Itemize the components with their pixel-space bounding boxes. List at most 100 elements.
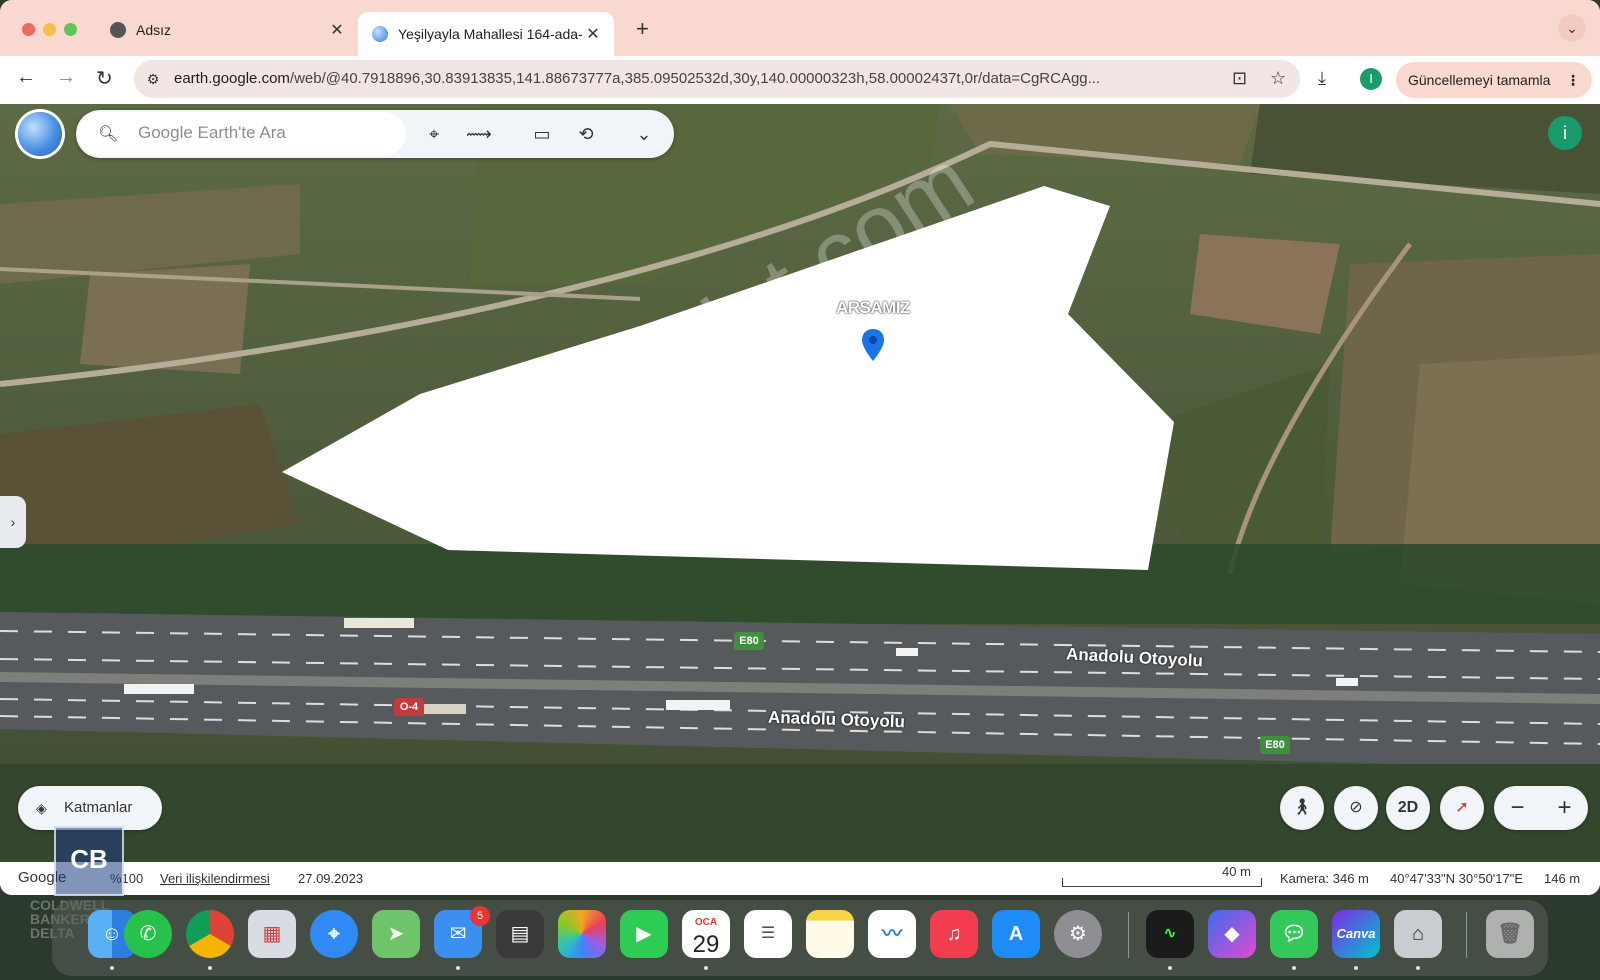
close-tab-icon[interactable]: ✕ — [582, 24, 604, 44]
calendar-day: 29 — [692, 931, 720, 958]
running-indicator — [704, 966, 708, 970]
music-icon[interactable]: ♫ — [930, 910, 978, 958]
scale-label: 40 m — [1222, 864, 1251, 879]
running-indicator — [1416, 966, 1420, 970]
back-arrow-icon[interactable]: ← — [16, 66, 36, 89]
whatsapp-icon[interactable]: ✆ — [124, 910, 172, 958]
system-settings-icon[interactable]: ⚙ — [1054, 910, 1102, 958]
calendar-icon[interactable]: OCA 29 — [682, 910, 730, 958]
route-shield-o4: O-4 — [394, 698, 424, 716]
install-app-icon[interactable]: ⊡ — [1232, 68, 1247, 89]
freeform-icon[interactable]: 〰 — [868, 910, 916, 958]
user-avatar[interactable]: i — [1548, 116, 1582, 150]
layers-button[interactable]: ◈ Katmanlar — [18, 786, 162, 830]
toggle-2d-button[interactable]: 2D — [1386, 786, 1430, 830]
chrome-icon[interactable] — [186, 910, 234, 958]
photos-icon[interactable] — [558, 910, 606, 958]
tab-bar: Adsız ✕ Yeşilyayla Mahallesi 164-ada- ✕ … — [0, 0, 1600, 56]
site-settings-icon[interactable]: ⚙ — [142, 68, 164, 90]
running-indicator — [208, 966, 212, 970]
calendar-month: OCA — [694, 917, 718, 928]
tab-search-chevron-icon[interactable]: ⌄ — [1558, 14, 1586, 42]
expand-sidebar-icon[interactable]: › — [0, 496, 26, 548]
elevation: 146 m — [1544, 871, 1581, 886]
facetime-icon[interactable]: ▶ — [620, 910, 668, 958]
running-indicator — [1354, 966, 1358, 970]
update-button[interactable]: Güncellemeyi tamamla ⋮ — [1396, 62, 1592, 98]
more-menu-icon[interactable]: ⋮ — [1566, 62, 1580, 98]
reload-icon[interactable]: ↻ — [96, 66, 113, 91]
forward-arrow-icon[interactable]: → — [56, 66, 76, 89]
route-shield-e80: E80 — [1260, 736, 1290, 754]
notes-icon[interactable] — [806, 910, 854, 958]
update-label: Güncellemeyi tamamla — [1408, 72, 1551, 88]
dock-separator — [1466, 912, 1467, 958]
maps-icon[interactable]: ➤ — [372, 910, 420, 958]
layers-icon: ◈ — [36, 800, 47, 816]
data-attribution-link[interactable]: Veri ilişkilendirmesi — [160, 871, 270, 886]
safari-icon[interactable]: ⌖ — [310, 910, 358, 958]
close-tab-icon[interactable]: ✕ — [326, 20, 348, 40]
coordinates: 40°47'33"N 30°50'17"E — [1390, 871, 1524, 886]
ai-app-icon[interactable]: ⌂ — [1394, 910, 1442, 958]
chevron-down-icon[interactable]: ⌄ — [632, 122, 656, 146]
browser-window: Adsız ✕ Yeşilyayla Mahallesi 164-ada- ✕ … — [0, 0, 1600, 895]
google-earth-logo[interactable] — [18, 112, 62, 156]
zoom-controls: − + — [1494, 786, 1588, 830]
globe-icon — [110, 22, 126, 38]
location-pin-icon[interactable] — [862, 329, 884, 361]
earth-status-bar: Google %100 Veri ilişkilendirmesi 27.09.… — [0, 862, 1600, 895]
parcel-label: ARSAMIZ — [836, 298, 910, 317]
compass-icon[interactable]: ➚ — [1440, 786, 1484, 830]
tab-earth[interactable]: Yeşilyayla Mahallesi 164-ada- ✕ — [358, 12, 614, 56]
search-box: 🔍︎ — [78, 112, 406, 156]
search-panel: 🔍︎ ⌖ ⟿ ▭ ⟲ ⌄ — [76, 110, 674, 158]
download-icon[interactable]: ⤓ — [1318, 68, 1326, 89]
new-tab-button[interactable]: + — [636, 16, 649, 42]
address-bar[interactable]: ⚙ earth.google.com/web/@40.7918896,30.83… — [134, 60, 1300, 98]
earth-map-view[interactable]: emlakjet.com ARSAMIZ Anadolu Otoyolu Ana… — [0, 104, 1600, 862]
dock-separator — [1128, 912, 1129, 958]
zoom-window-button[interactable] — [64, 23, 77, 36]
running-indicator — [1292, 966, 1296, 970]
profile-avatar[interactable]: I — [1360, 68, 1382, 90]
reset-tilt-icon[interactable]: ⊘ — [1334, 786, 1378, 830]
pegman-icon[interactable]: 🚶︎ — [1280, 786, 1324, 830]
history-icon[interactable]: ⟲ — [574, 122, 598, 146]
draw-path-icon[interactable]: ⟿ — [466, 122, 492, 146]
zoom-in-button[interactable]: + — [1541, 786, 1588, 830]
shortcuts-icon[interactable]: ◆ — [1208, 910, 1256, 958]
calculator-icon[interactable]: ▤ — [496, 910, 544, 958]
camera-altitude: Kamera: 346 m — [1280, 871, 1369, 886]
browser-toolbar: ← → ↻ ⚙ earth.google.com/web/@40.7918896… — [0, 56, 1600, 104]
route-shield-e80: E80 — [734, 632, 764, 650]
running-indicator — [110, 966, 114, 970]
scale-bar — [1062, 878, 1262, 887]
tab-title: Yeşilyayla Mahallesi 164-ada- — [398, 26, 582, 42]
launchpad-icon[interactable]: ▦ — [248, 910, 296, 958]
zoom-out-button[interactable]: − — [1494, 786, 1541, 830]
close-window-button[interactable] — [22, 23, 35, 36]
canva-icon[interactable]: Canva — [1332, 910, 1380, 958]
layers-label: Katmanlar — [64, 799, 133, 816]
trash-icon[interactable]: 🗑︎ — [1486, 910, 1534, 958]
search-input[interactable] — [136, 122, 390, 144]
earth-favicon-icon — [372, 26, 388, 42]
measure-ruler-icon[interactable]: ▭ — [530, 122, 554, 146]
url-text[interactable]: earth.google.com/web/@40.7918896,30.8391… — [174, 70, 1214, 87]
running-indicator — [1168, 966, 1172, 970]
running-indicator — [456, 966, 460, 970]
minimize-window-button[interactable] — [43, 23, 56, 36]
bookmark-star-icon[interactable]: ☆ — [1270, 68, 1286, 89]
coldwell-banker-logo: CB — [54, 826, 124, 896]
reminders-icon[interactable]: ☰ — [744, 910, 792, 958]
tab-adsiz[interactable]: Adsız ✕ — [96, 12, 358, 48]
mail-badge: 5 — [470, 906, 490, 926]
app-store-icon[interactable]: A — [992, 910, 1040, 958]
search-icon[interactable]: 🔍︎ — [98, 124, 118, 144]
messages-icon[interactable]: 💬︎ — [1270, 910, 1318, 958]
imagery-date: 27.09.2023 — [298, 871, 364, 886]
tab-title: Adsız — [136, 22, 172, 38]
activity-monitor-icon[interactable]: ∿ — [1146, 910, 1194, 958]
add-placemark-icon[interactable]: ⌖ — [422, 122, 446, 146]
